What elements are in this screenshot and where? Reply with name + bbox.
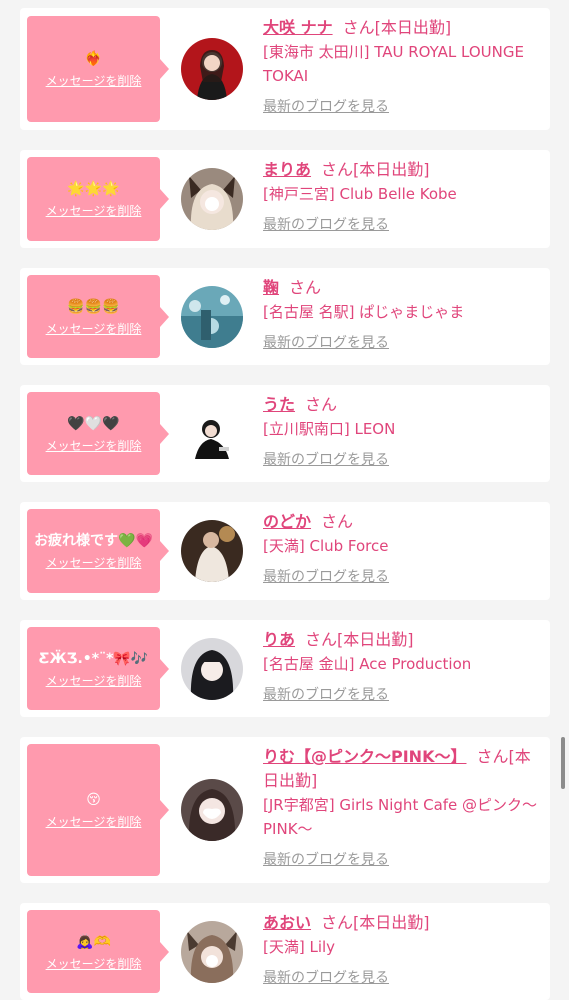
delete-message-link[interactable]: メッセージを削除 [46,73,142,89]
shop-info: [名古屋 金山] Ace Production [263,655,472,673]
status-badge: [本日出勤] [337,630,414,649]
shop-info: [天満] Club Force [263,537,389,555]
shop-info: [神戸三宮] Club Belle Kobe [263,185,457,203]
latest-blog-link[interactable]: 最新のブログを見る [263,96,545,118]
status-badge: [本日出勤] [353,160,430,179]
shop-info: [立川駅南口] LEON [263,420,396,438]
delete-message-link[interactable]: メッセージを削除 [46,956,142,972]
scrollbar-thumb[interactable] [561,737,565,789]
message-text: 🖤🤍🖤 [67,415,120,432]
delete-message-link[interactable]: メッセージを削除 [46,673,142,689]
latest-blog-link[interactable]: 最新のブログを見る [263,214,545,236]
cast-name-link[interactable]: うた [263,395,295,414]
delete-message-link[interactable]: メッセージを削除 [46,814,142,830]
honorific: さん [305,630,338,649]
delete-message-link[interactable]: メッセージを削除 [46,555,142,571]
delete-message-link[interactable]: メッセージを削除 [46,203,142,219]
delete-message-link[interactable]: メッセージを削除 [46,438,142,454]
honorific: さん [321,160,354,179]
message-text: 🙇‍♀️🫶 [76,933,111,950]
message-bubble: ƸӜƷ.•*¨*🎀🎶 メッセージを削除 [27,627,169,710]
avatar[interactable] [181,38,243,100]
message-text: ❤️‍🔥 [84,51,103,67]
message-bubble: 🌟🌟🌟 メッセージを削除 [27,157,169,241]
avatar[interactable] [181,520,243,582]
cast-name-link[interactable]: 大咲 ナナ [263,18,333,37]
favorite-list: ❤️‍🔥 メッセージを削除 大咲 ナナ さん[本日出勤] [東海市 太田川] TA… [0,0,569,1000]
avatar[interactable] [181,403,243,465]
status-badge: [本日出勤] [374,18,452,37]
message-bubble: ❤️‍🔥 メッセージを削除 [27,16,169,122]
honorific: さん [476,747,509,766]
shop-info: [天満] Lily [263,938,336,956]
message-bubble: 😚 メッセージを削除 [27,744,169,876]
cast-name-link[interactable]: のどか [263,512,311,531]
message-text: お疲れ様です💚💗 [34,533,153,549]
list-item: お疲れ様です💚💗 メッセージを削除 のどか さん [天満] Club Force … [20,502,550,600]
list-item: 🖤🤍🖤 メッセージを削除 うた さん [立川駅南口] LEON 最新のブログを見る [20,385,550,482]
honorific: さん [305,395,338,414]
list-item: 😚 メッセージを削除 りむ【@ピンク〜PINK〜】 さん[本日出勤] [JR宇都宮… [20,737,550,883]
message-text: 🌟🌟🌟 [67,181,120,197]
cast-name-link[interactable]: 鞠 [263,278,279,297]
avatar[interactable] [181,638,243,700]
shop-info: [JR宇都宮] Girls Night Cafe @ピンク〜PINK〜 [263,796,538,838]
latest-blog-link[interactable]: 最新のブログを見る [263,566,545,588]
message-bubble: 🖤🤍🖤 メッセージを削除 [27,392,169,475]
delete-message-link[interactable]: メッセージを削除 [46,321,142,337]
list-item: 🍔🍔🍔 メッセージを削除 鞠さん [名古屋 名駅] ぱじゃまじゃま 最新のブログ… [20,268,550,365]
message-text: 🍔🍔🍔 [67,298,120,315]
list-item: 🙇‍♀️🫶 メッセージを削除 あおい さん[本日出勤] [天満] Lily 最新の… [20,903,550,1000]
latest-blog-link[interactable]: 最新のブログを見る [263,332,545,354]
message-text: ƸӜƷ.•*¨*🎀🎶 [38,650,149,667]
avatar[interactable] [181,168,243,230]
latest-blog-link[interactable]: 最新のブログを見る [263,967,545,989]
honorific: さん [321,913,354,932]
honorific: さん [289,278,322,297]
cast-name-link[interactable]: りあ [263,630,295,649]
shop-info: [名古屋 名駅] ぱじゃまじゃま [263,303,465,321]
list-item: 🌟🌟🌟 メッセージを削除 まりあ さん[本日出勤] [神戸三宮] Club Bel… [20,150,550,248]
latest-blog-link[interactable]: 最新のブログを見る [263,684,545,706]
message-bubble: 🙇‍♀️🫶 メッセージを削除 [27,910,169,993]
message-text: 😚 [86,792,101,808]
latest-blog-link[interactable]: 最新のブログを見る [263,449,545,471]
cast-name-link[interactable]: りむ【@ピンク〜PINK〜】 [263,747,466,766]
list-item: ❤️‍🔥 メッセージを削除 大咲 ナナ さん[本日出勤] [東海市 太田川] TA… [20,8,550,130]
message-bubble: 🍔🍔🍔 メッセージを削除 [27,275,169,358]
honorific: さん [342,18,375,37]
avatar[interactable] [181,286,243,348]
message-bubble: お疲れ様です💚💗 メッセージを削除 [27,509,169,593]
status-badge: [本日出勤] [353,913,430,932]
honorific: さん [321,512,354,531]
cast-name-link[interactable]: あおい [263,913,311,932]
latest-blog-link[interactable]: 最新のブログを見る [263,849,545,871]
shop-info: [東海市 太田川] TAU ROYAL LOUNGE TOKAI [263,43,524,85]
list-item: ƸӜƷ.•*¨*🎀🎶 メッセージを削除 りあ さん[本日出勤] [名古屋 金山] … [20,620,550,717]
avatar[interactable] [181,779,243,841]
cast-name-link[interactable]: まりあ [263,160,311,179]
avatar[interactable] [181,921,243,983]
